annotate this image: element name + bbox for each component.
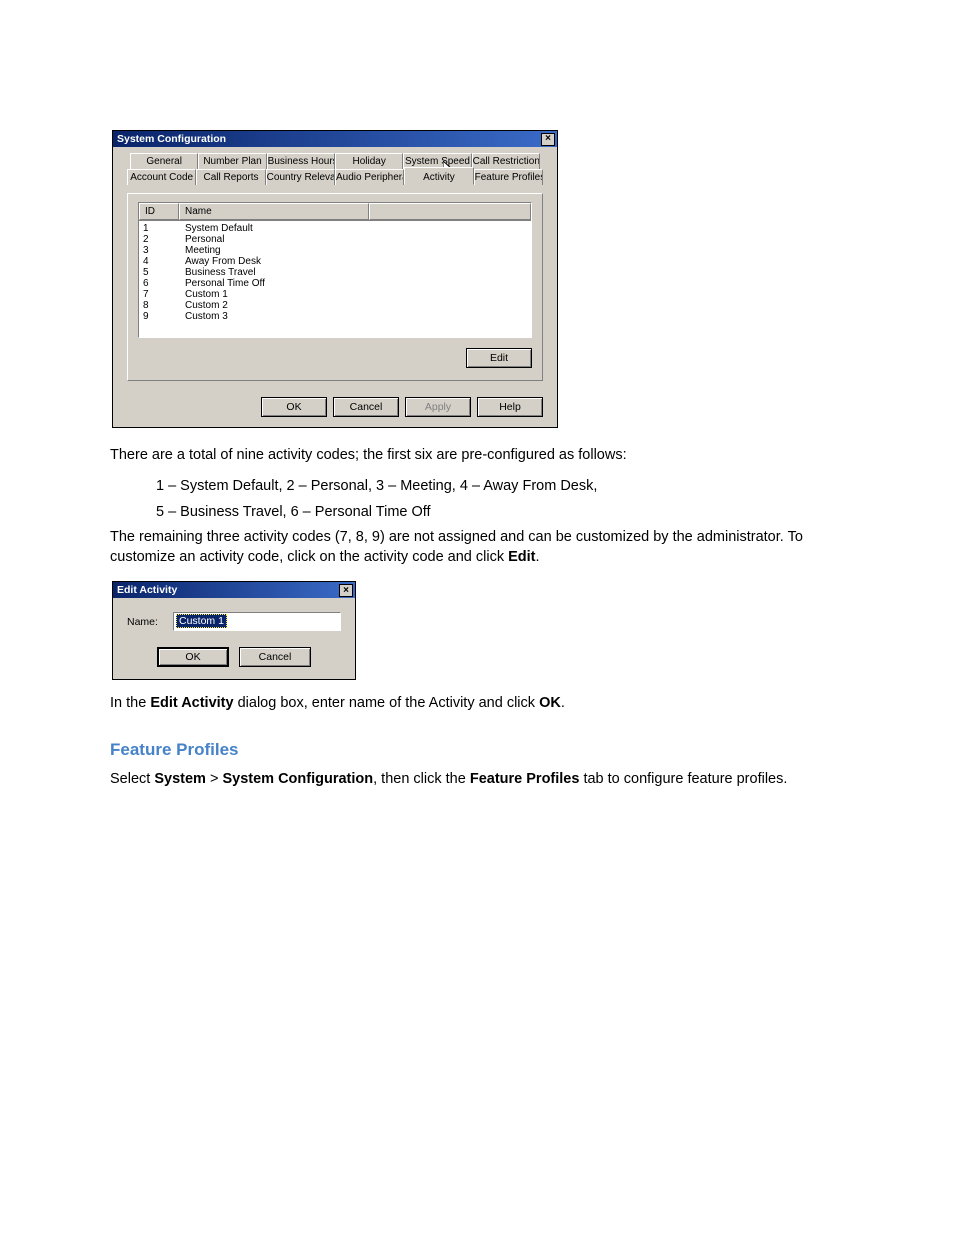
tab-number-plan[interactable]: Number Plan xyxy=(198,153,266,169)
tab-account-code[interactable]: Account Code xyxy=(127,169,196,185)
column-spacer xyxy=(369,203,531,220)
ok-button[interactable]: OK xyxy=(261,397,327,417)
tab-call-reports[interactable]: Call Reports xyxy=(196,169,265,185)
ok-button[interactable]: OK xyxy=(157,647,229,667)
help-button[interactable]: Help xyxy=(477,397,543,417)
tab-strip: General Number Plan Business Hours Holid… xyxy=(127,153,543,193)
cell-id: 5 xyxy=(143,267,185,278)
cell-name: Custom 3 xyxy=(185,311,531,322)
tab-country-relevant[interactable]: Country Relevant xyxy=(266,169,335,185)
tab-business-hours[interactable]: Business Hours xyxy=(267,153,335,169)
dialog-title: System Configuration xyxy=(117,133,226,145)
system-configuration-dialog: System Configuration × General Number Pl… xyxy=(112,130,558,428)
paragraph-intro: There are a total of nine activity codes… xyxy=(110,446,844,466)
cell-id: 9 xyxy=(143,311,185,322)
table-row[interactable]: 7Custom 1 xyxy=(143,289,531,300)
cell-id: 6 xyxy=(143,278,185,289)
tab-call-restriction[interactable]: Call Restriction xyxy=(472,153,540,169)
cell-id: 3 xyxy=(143,245,185,256)
table-row[interactable]: 9Custom 3 xyxy=(143,311,531,322)
tab-feature-profiles[interactable]: Feature Profiles xyxy=(474,169,543,185)
cell-name: Business Travel xyxy=(185,267,531,278)
cancel-button[interactable]: Cancel xyxy=(239,647,311,667)
close-icon[interactable]: × xyxy=(339,584,353,597)
edit-button[interactable]: Edit xyxy=(466,348,532,368)
dialog-footer: OK Cancel Apply Help xyxy=(113,391,557,427)
cell-name: System Default xyxy=(185,223,531,234)
cell-id: 2 xyxy=(143,234,185,245)
dialog2-title: Edit Activity xyxy=(117,584,177,596)
table-row[interactable]: 4Away From Desk xyxy=(143,256,531,267)
table-row[interactable]: 6Personal Time Off xyxy=(143,278,531,289)
paragraph-feature-profiles: Select System > System Configuration, th… xyxy=(110,770,844,790)
tab-general[interactable]: General xyxy=(130,153,198,169)
name-field-value: Custom 1 xyxy=(176,614,227,628)
tab-panel-activity: ID Name 1System Default2Personal3Meeting… xyxy=(127,193,543,381)
cell-id: 8 xyxy=(143,300,185,311)
table-row[interactable]: 5Business Travel xyxy=(143,267,531,278)
tab-holiday[interactable]: Holiday xyxy=(335,153,403,169)
list-line-2: 5 – Business Travel, 6 – Personal Time O… xyxy=(156,502,844,522)
column-name[interactable]: Name xyxy=(179,203,369,220)
tab-activity[interactable]: Activity xyxy=(404,167,473,185)
cell-name: Personal Time Off xyxy=(185,278,531,289)
cell-name: Meeting xyxy=(185,245,531,256)
column-id[interactable]: ID xyxy=(139,203,179,220)
paragraph-edit-activity: In the Edit Activity dialog box, enter n… xyxy=(110,694,844,714)
table-row[interactable]: 3Meeting xyxy=(143,245,531,256)
cell-id: 1 xyxy=(143,223,185,234)
heading-feature-profiles: Feature Profiles xyxy=(110,740,844,760)
list-line-1: 1 – System Default, 2 – Personal, 3 – Me… xyxy=(156,476,844,496)
edit-activity-dialog: Edit Activity × Name: Custom 1 OK Cancel xyxy=(112,581,356,680)
dialog2-titlebar: Edit Activity × xyxy=(113,582,355,598)
close-icon[interactable]: × xyxy=(541,133,555,146)
table-row[interactable]: 1System Default xyxy=(143,223,531,234)
cell-name: Custom 2 xyxy=(185,300,531,311)
listbox-header: ID Name xyxy=(139,203,531,221)
name-field[interactable]: Custom 1 xyxy=(173,612,341,631)
cell-name: Personal xyxy=(185,234,531,245)
activity-listbox[interactable]: ID Name 1System Default2Personal3Meeting… xyxy=(138,202,532,338)
tab-audio-peripheral[interactable]: Audio Peripheral xyxy=(335,169,404,185)
cell-id: 4 xyxy=(143,256,185,267)
cell-id: 7 xyxy=(143,289,185,300)
dialog-titlebar: System Configuration × xyxy=(113,131,557,147)
table-row[interactable]: 8Custom 2 xyxy=(143,300,531,311)
listbox-body[interactable]: 1System Default2Personal3Meeting4Away Fr… xyxy=(139,221,531,337)
cell-name: Custom 1 xyxy=(185,289,531,300)
paragraph-customize: The remaining three activity codes (7, 8… xyxy=(110,528,844,567)
cell-name: Away From Desk xyxy=(185,256,531,267)
table-row[interactable]: 2Personal xyxy=(143,234,531,245)
name-label: Name: xyxy=(127,616,163,628)
cancel-button[interactable]: Cancel xyxy=(333,397,399,417)
apply-button[interactable]: Apply xyxy=(405,397,471,417)
